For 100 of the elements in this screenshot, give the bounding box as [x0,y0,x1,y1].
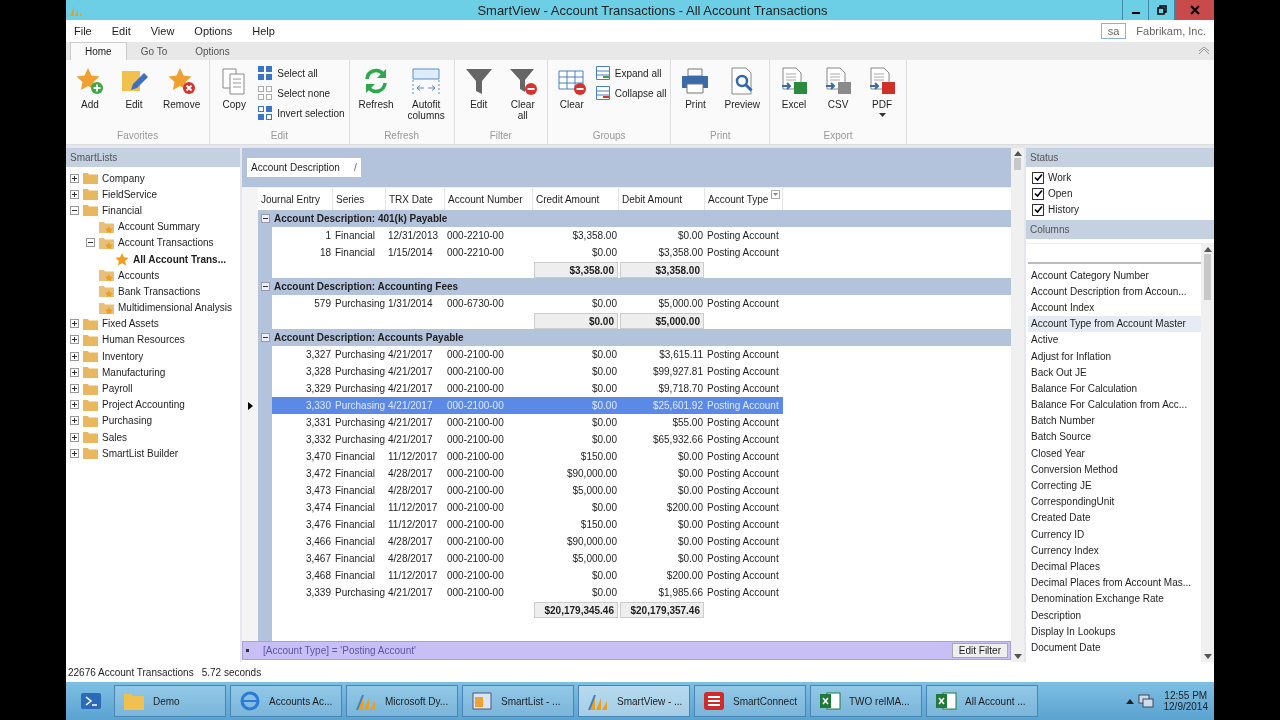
tree-item[interactable]: Purchasing [101,415,154,427]
column-list-item[interactable]: Display In Lookups [1028,623,1201,640]
column-list-item[interactable]: Balance For Calculation [1028,380,1201,397]
column-header[interactable]: Account Number [445,188,533,210]
taskbar-button[interactable]: SmartList - ... [462,685,574,717]
clock[interactable]: 12:55 PM 12/9/2014 [1163,690,1208,712]
column-list-item[interactable]: Created Date [1028,509,1201,526]
tree-item[interactable]: Project Accounting [101,399,186,411]
column-list-item[interactable]: Conversion Method [1028,461,1201,478]
scrollbar[interactable] [1201,244,1214,662]
menu-item[interactable]: View [150,25,175,37]
column-header[interactable]: TRX Date [386,188,445,210]
ribbon-button[interactable]: Edit [458,64,499,112]
taskbar-button[interactable]: All Account ... [926,685,1038,717]
collapse-icon[interactable] [70,205,80,215]
collapse-icon[interactable] [260,282,270,291]
column-list-item[interactable]: Currency ID [1028,526,1201,543]
tree-item[interactable]: Payroll [101,383,134,395]
ribbon-button[interactable]: Expand all [595,66,667,80]
column-list-item[interactable]: Account Description from Accoun... [1028,283,1201,300]
ribbon-button[interactable]: CSV [818,64,859,112]
scrollbar[interactable] [1011,148,1024,662]
ribbon-button[interactable]: Collapse all [595,86,667,100]
ribbon-button[interactable]: Autofit columns [402,64,450,123]
group-header[interactable]: Account Description: 401(k) Payable [272,210,1011,227]
expand-icon[interactable] [70,335,80,345]
tree-item[interactable]: Sales [101,431,128,443]
expand-icon[interactable] [70,448,80,458]
column-list-item[interactable]: Decimal Places [1028,558,1201,575]
column-list-item[interactable]: Closed Year [1028,445,1201,462]
menu-item[interactable]: Help [252,25,275,37]
column-list-item[interactable]: Account Category Number [1028,267,1201,284]
ribbon-button[interactable]: Select none [258,86,345,100]
expand-icon[interactable] [70,173,80,183]
menu-item[interactable]: Edit [111,25,131,37]
taskbar-button[interactable]: Accounts Ac... [230,685,342,717]
column-list-item[interactable]: Denomination Exchange Rate [1028,590,1201,607]
status-checkbox[interactable]: Open [1032,187,1208,200]
tree-item[interactable]: Financial [101,204,144,216]
tree-item[interactable]: FieldService [101,188,159,200]
column-list-item[interactable]: CorrespondingUnit [1028,493,1201,510]
ribbon-tab[interactable]: Options [181,43,244,60]
tree-item[interactable]: Account Summary [117,221,201,233]
ribbon-button[interactable]: Copy [214,64,255,112]
column-header[interactable]: Account Type [705,188,783,210]
tree-item[interactable]: Bank Transactions [117,285,202,297]
status-checkbox[interactable]: History [1032,203,1208,216]
column-list-item[interactable]: Balance For Calculation from Acc... [1028,396,1201,413]
collapse-icon[interactable] [260,333,270,342]
collapse-icon[interactable] [260,214,270,223]
column-list-item[interactable]: Account Type from Account Master [1028,315,1201,332]
column-list-item[interactable]: Batch Source [1028,428,1201,446]
scroll-thumb[interactable] [1204,254,1211,300]
expand-icon[interactable] [70,416,80,426]
column-header[interactable]: Credit Amount [533,188,619,210]
ribbon-button[interactable]: Edit [114,64,154,112]
ribbon-button[interactable]: Refresh [353,64,399,112]
tree-item[interactable]: Inventory [101,350,145,362]
edit-filter-button[interactable]: Edit Filter [951,643,1008,658]
column-header[interactable]: Journal Entry [258,188,333,210]
ribbon-tab[interactable]: Go To [126,43,182,60]
taskbar-button[interactable]: TWO relMA... [810,685,922,717]
expand-icon[interactable] [70,384,80,394]
column-list-item[interactable]: Document Date [1028,639,1201,656]
column-header[interactable]: Debit Amount [619,188,705,210]
menu-item[interactable]: Options [194,25,233,37]
tree-item[interactable]: Company [101,172,146,184]
taskbar-button[interactable]: SmartView - ... [578,685,690,717]
column-list-item[interactable]: Batch Number [1028,412,1201,429]
scroll-up-icon[interactable] [1203,247,1212,252]
tree-item[interactable]: All Account Trans... [132,253,227,265]
scroll-down-icon[interactable] [1203,654,1212,659]
expand-icon[interactable] [70,432,80,442]
tree-item[interactable]: Human Resources [101,334,186,346]
column-list-item[interactable]: Decimal Places from Account Mas... [1028,574,1201,591]
scroll-up-icon[interactable] [1013,151,1022,156]
expand-icon[interactable] [70,367,80,377]
ribbon-button[interactable]: PDF [862,64,903,119]
tree-item[interactable]: Fixed Assets [101,318,160,330]
close-button[interactable] [1174,0,1214,20]
expand-icon[interactable] [70,400,80,410]
filter-icon[interactable] [771,190,780,199]
collapse-icon[interactable] [86,238,96,248]
column-list-item[interactable]: Back Out JE [1028,364,1201,381]
expand-icon[interactable] [70,319,80,329]
ribbon-button[interactable]: Clear all [502,64,543,123]
network-icon[interactable] [1137,694,1154,708]
column-list-item[interactable]: Currency Index [1028,542,1201,559]
column-list-item[interactable]: Adjust for Inflation [1028,347,1201,365]
ribbon-button[interactable]: Select all [258,66,345,80]
column-header[interactable]: Series [333,188,386,210]
tree-item[interactable]: SmartList Builder [101,447,180,459]
ribbon-button[interactable]: Clear [551,64,592,112]
tree-item[interactable]: Account Transactions [117,237,215,249]
column-list-item[interactable]: Account Index [1028,299,1201,316]
expand-icon[interactable] [70,189,80,199]
tree-item[interactable]: Multidimensional Analysis [117,302,233,314]
expand-icon[interactable] [70,351,80,361]
ribbon-button[interactable]: Remove [158,64,206,112]
menu-item[interactable]: File [74,25,92,37]
